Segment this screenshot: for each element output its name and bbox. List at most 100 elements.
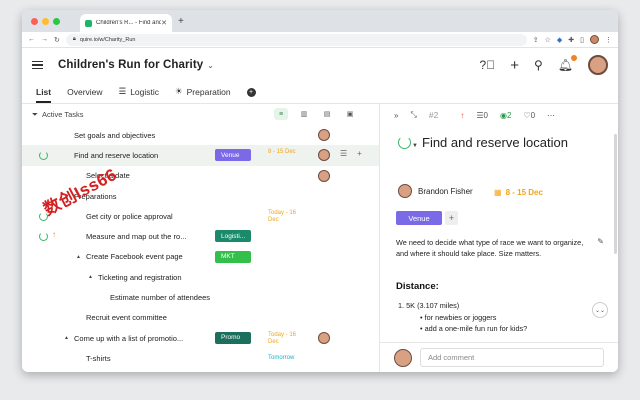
collapse-triangle-icon[interactable]: ▲ [76, 254, 81, 260]
add-subtask-icon[interactable]: + [357, 149, 362, 158]
detail-tag[interactable]: Venue [396, 211, 442, 225]
priority-up-icon: ↑ [52, 230, 56, 240]
task-name[interactable]: Create Facebook event page [86, 252, 214, 261]
browser-menu-icon[interactable]: ⋮ [605, 36, 612, 44]
active-tasks-filter[interactable]: Active Tasks [42, 110, 84, 119]
task-row[interactable]: Recruit event committee [22, 308, 379, 328]
add-icon[interactable]: + [510, 57, 519, 74]
watchers-counter[interactable]: ◉2 [500, 111, 511, 120]
task-date[interactable]: Tomorrow [268, 355, 294, 362]
collapse-panel-icon[interactable]: » [394, 111, 398, 120]
status-dropdown-icon[interactable]: ▼ [412, 137, 418, 155]
tree-view-icon[interactable]: ≡ [274, 108, 288, 120]
task-row[interactable]: Find and reserve location Venue 8 - 15 D… [22, 145, 379, 166]
browser-tab[interactable]: Children's R... - Find and reserv ✕ [80, 14, 172, 32]
task-row[interactable]: ▲ Come up with a list of promotio... Pro… [22, 328, 379, 348]
task-row[interactable]: Get city or police approval Today - 16 D… [22, 206, 379, 226]
priority-arrow-icon[interactable]: ↑ [460, 111, 464, 120]
help-icon[interactable]: ?⃝ [480, 58, 496, 72]
collapse-triangle-icon[interactable]: ▲ [64, 335, 69, 341]
task-name[interactable]: Set goals and objectives [74, 131, 214, 140]
subtasks-counter[interactable]: ☰0 [476, 111, 488, 120]
scroll-down-icon[interactable]: ⌄⌄ [592, 302, 608, 318]
expand-icon[interactable]: ⤡ [410, 110, 416, 120]
close-tab-icon[interactable]: ✕ [161, 19, 167, 27]
quire-favicon-icon [85, 19, 92, 27]
task-name[interactable]: Get city or police approval [86, 212, 214, 221]
likes-counter[interactable]: ♡0 [523, 111, 535, 120]
reload-icon[interactable]: ↻ [54, 36, 60, 44]
task-row[interactable]: ↑ Measure and map out the ro... Logisti.… [22, 226, 379, 246]
task-name[interactable]: T-shirts [86, 354, 214, 363]
task-date[interactable]: Today - 16 Dec [268, 332, 302, 346]
menu-icon[interactable] [32, 60, 43, 70]
tab-overview[interactable]: Overview [67, 87, 102, 103]
user-avatar[interactable] [588, 55, 608, 75]
new-tab-icon[interactable]: + [178, 16, 184, 27]
task-name[interactable]: Recruit event committee [86, 313, 214, 322]
calendar-view-icon[interactable]: ▤ [320, 108, 334, 120]
bookmark-star-icon[interactable]: ☆ [545, 36, 551, 44]
task-title[interactable]: ▼ Find and reserve location [398, 134, 588, 152]
task-row[interactable]: Set goals and objectives [22, 125, 379, 145]
subtask-icon[interactable]: ☰ [340, 149, 347, 158]
tab-preparation[interactable]: ☀ Preparation [175, 86, 231, 103]
collapse-triangle-icon[interactable]: ▲ [88, 274, 93, 280]
task-name[interactable]: Come up with a list of promotio... [74, 334, 214, 343]
puzzle-icon[interactable]: ✚ [568, 36, 574, 44]
task-row[interactable]: T-shirts Tomorrow [22, 348, 379, 368]
tab-logistic[interactable]: ☰ Logistic [119, 86, 159, 103]
browser-profile-avatar[interactable] [590, 35, 599, 44]
task-date[interactable]: 8 - 15 Dec [268, 149, 302, 156]
detail-scrollbar[interactable] [614, 134, 617, 254]
task-date[interactable]: Today - 16 Dec [268, 210, 302, 224]
task-status-icon[interactable] [39, 150, 48, 160]
project-title[interactable]: Children's Run for Charity ⌄ [58, 59, 214, 71]
task-tag[interactable]: MKT [215, 250, 251, 263]
notification-bell-icon[interactable]: 🔔︎ [558, 55, 577, 72]
task-row[interactable]: ▲ Create Facebook event page MKT [22, 247, 379, 267]
board-view-icon[interactable]: ▥ [297, 108, 311, 120]
task-description[interactable]: We need to decide what type of race we w… [396, 237, 596, 259]
assignee-avatar[interactable] [318, 129, 330, 141]
assignee-avatar[interactable] [318, 149, 330, 162]
task-row[interactable]: ▲ Ticketing and registration [22, 267, 379, 287]
share-icon[interactable]: ⇪ [533, 36, 539, 44]
task-tag[interactable]: Logisti... [215, 230, 251, 243]
task-row[interactable]: Estimate number of attendees [22, 287, 379, 307]
tab-logistic-label: Logistic [130, 86, 160, 97]
browser-tabbar: Children's R... - Find and reserv ✕ + [22, 10, 618, 32]
task-tag[interactable]: Promo [215, 331, 251, 344]
subtask-count: 0 [483, 110, 488, 120]
add-tag-button[interactable]: + [445, 211, 458, 225]
assignee-avatar[interactable] [318, 169, 330, 182]
task-tag[interactable]: Venue [215, 149, 251, 162]
more-options-icon[interactable]: ⋯ [547, 111, 555, 120]
add-view-button[interactable]: + [246, 88, 256, 103]
list-item: 1. 5K (3.107 miles) [398, 301, 460, 310]
table-view-icon[interactable]: ▣ [343, 108, 357, 120]
filter-icon[interactable]: ⏷ [32, 110, 38, 120]
task-name[interactable]: Find and reserve location [74, 151, 214, 160]
search-icon[interactable]: ⚲ [534, 58, 543, 72]
close-window-icon[interactable] [31, 18, 38, 25]
url-field[interactable]: 🔒︎ quire.io/w/Charity_Run [65, 33, 527, 46]
task-name[interactable]: Measure and map out the ro... [86, 232, 214, 241]
back-icon[interactable]: ← [28, 36, 35, 43]
sidepanel-icon[interactable]: ▯ [580, 36, 584, 44]
window-controls[interactable] [31, 18, 60, 25]
due-date[interactable]: ▦ 8 - 15 Dec [494, 188, 543, 197]
extension-icon[interactable]: ◆ [557, 36, 562, 44]
assignee[interactable]: Brandon Fisher [398, 184, 473, 198]
minimize-window-icon[interactable] [42, 18, 49, 25]
maximize-window-icon[interactable] [53, 18, 60, 25]
task-status-icon[interactable] [398, 136, 411, 149]
forward-icon[interactable]: → [41, 36, 48, 43]
comment-input[interactable]: Add comment [420, 348, 604, 367]
task-name[interactable]: Estimate number of attendees [110, 293, 230, 302]
task-status-icon[interactable] [39, 231, 48, 241]
assignee-avatar[interactable] [318, 331, 330, 344]
edit-pencil-icon[interactable]: ✎ [597, 237, 604, 246]
task-name[interactable]: Ticketing and registration [98, 273, 214, 282]
tab-list[interactable]: List [36, 87, 52, 103]
